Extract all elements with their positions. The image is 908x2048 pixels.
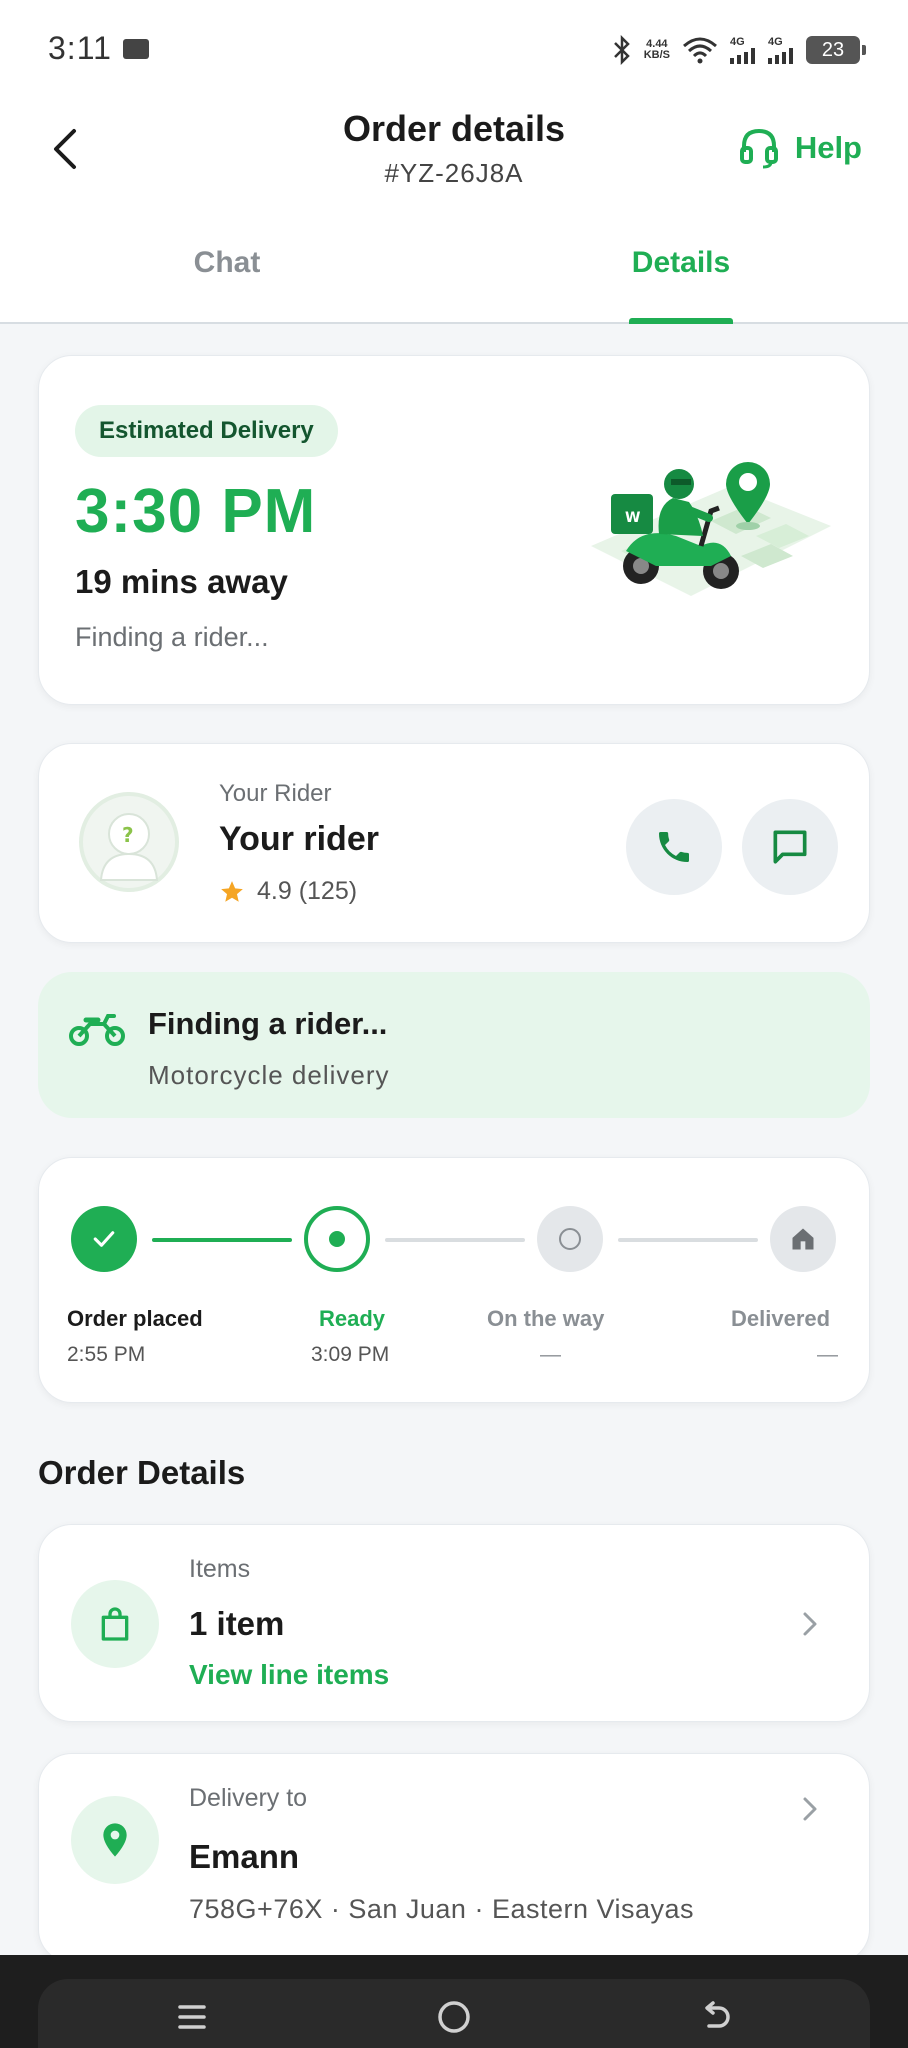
- rider-rating: 4.9 (125): [219, 877, 357, 906]
- rider-name: Your rider: [219, 820, 379, 858]
- rider-rating-value: 4.9 (125): [257, 877, 358, 905]
- system-back-button[interactable]: [696, 1997, 736, 2037]
- eta-badge: Estimated Delivery: [75, 405, 338, 457]
- step-delivered-indicator: [770, 1206, 836, 1272]
- tab-chat[interactable]: Chat: [0, 236, 454, 322]
- headset-icon: [739, 128, 778, 169]
- items-label: Items: [189, 1555, 251, 1583]
- battery-level: 23: [821, 38, 845, 61]
- net-speed: 4.44 KB/S: [644, 39, 670, 61]
- finding-title: Finding a rider...: [148, 1006, 388, 1041]
- net-speed-unit: KB/S: [643, 49, 670, 61]
- rider-card: ? Your Rider Your rider 4.9 (125): [38, 743, 870, 943]
- status-time: 3:11: [48, 30, 112, 66]
- tab-details-label: Details: [631, 246, 731, 279]
- signal-icon: [730, 48, 755, 64]
- progress-line-2: [385, 1238, 525, 1242]
- star-icon: [221, 880, 243, 902]
- eta-away: 19 mins away: [75, 563, 288, 600]
- delivery-icon-bubble: [71, 1796, 159, 1884]
- nav-bar-surface: [38, 1979, 870, 2048]
- items-count: 1 item: [189, 1605, 285, 1642]
- delivery-label: Delivery to: [189, 1784, 308, 1812]
- chat-bubble-icon: [773, 830, 807, 864]
- header: Order details #YZ-26J8A Help Chat Detail…: [0, 96, 908, 324]
- step-time: 2:55 PM: [67, 1343, 146, 1366]
- home-button[interactable]: [434, 1997, 474, 2037]
- delivery-card[interactable]: Delivery to Emann 758G+76X · San Juan · …: [38, 1753, 870, 1963]
- step-ready-indicator: [304, 1206, 370, 1272]
- sim2-label: 4G: [768, 36, 783, 48]
- svg-text:W: W: [625, 510, 640, 526]
- help-button[interactable]: Help: [739, 126, 862, 170]
- step-order-placed-indicator: [71, 1206, 137, 1272]
- notification-icon: [123, 39, 149, 59]
- eta-status: Finding a rider...: [75, 622, 269, 652]
- bluetooth-icon: [613, 35, 630, 65]
- eta-card: Estimated Delivery 3:30 PM 19 mins away …: [38, 355, 870, 705]
- back-arrow-icon: [705, 2001, 730, 2028]
- shopping-bag-icon: [101, 1607, 129, 1641]
- home-icon: [792, 1228, 814, 1250]
- eta-time: 3:30 PM: [75, 477, 317, 546]
- status-bar: 3:11 4.44 KB/S 4G 4G 23: [0, 0, 908, 96]
- step-on-the-way-indicator: [537, 1206, 603, 1272]
- tab-chat-label: Chat: [193, 246, 261, 279]
- tabs: Chat Details: [0, 236, 908, 324]
- battery-icon: 23: [806, 36, 866, 64]
- circle-icon: [438, 2001, 470, 2033]
- wifi-icon: [683, 37, 717, 64]
- check-icon: [93, 1231, 115, 1247]
- motorcycle-icon: [69, 1014, 125, 1046]
- step-label: Order placed: [67, 1306, 203, 1331]
- status-icons: 4.44 KB/S 4G 4G 23: [612, 30, 866, 70]
- svg-text:?: ?: [122, 823, 134, 847]
- delivery-address: 758G+76X · San Juan · Eastern Visayas: [189, 1894, 695, 1924]
- sim1-signal: 4G: [730, 36, 756, 64]
- finding-subtitle: Motorcycle delivery: [148, 1060, 390, 1090]
- rider-avatar: ?: [79, 792, 179, 892]
- items-icon-bubble: [71, 1580, 159, 1668]
- call-rider-button[interactable]: [626, 799, 722, 895]
- sim1-label: 4G: [730, 36, 745, 48]
- system-nav-bar: [0, 1955, 908, 2048]
- menu-icon: [178, 2005, 206, 2029]
- sim2-signal: 4G: [768, 36, 794, 64]
- view-line-items-link[interactable]: View line items: [189, 1659, 389, 1691]
- items-card[interactable]: Items 1 item View line items: [38, 1524, 870, 1722]
- progress-line-1: [152, 1238, 292, 1242]
- progress-line-3: [618, 1238, 758, 1242]
- scooter-illustration: W: [591, 461, 831, 596]
- step-label: Ready: [319, 1306, 386, 1331]
- step-label: On the way: [487, 1306, 605, 1331]
- delivery-name: Emann: [189, 1838, 300, 1875]
- rider-placeholder-icon: ?: [99, 813, 159, 881]
- order-details-title: Order Details: [38, 1454, 246, 1491]
- phone-icon: [659, 832, 689, 862]
- step-time: 3:09 PM: [311, 1343, 390, 1366]
- order-progress-tracker: Order placed 2:55 PM Ready 3:09 PM On th…: [38, 1157, 870, 1403]
- help-label: Help: [794, 130, 862, 165]
- tab-details[interactable]: Details: [454, 236, 908, 322]
- finding-rider-banner: Finding a rider... Motorcycle delivery: [38, 972, 870, 1118]
- recent-apps-button[interactable]: [172, 1997, 212, 2037]
- rider-caption: Your Rider: [219, 780, 332, 807]
- step-time: —: [817, 1343, 838, 1366]
- step-label: Delivered: [731, 1306, 831, 1331]
- message-rider-button[interactable]: [742, 799, 838, 895]
- location-pin-icon: [103, 1823, 127, 1857]
- signal-icon: [768, 48, 793, 64]
- chevron-right-icon: [803, 1612, 817, 1636]
- step-time: —: [540, 1343, 561, 1366]
- chevron-right-icon: [803, 1797, 817, 1821]
